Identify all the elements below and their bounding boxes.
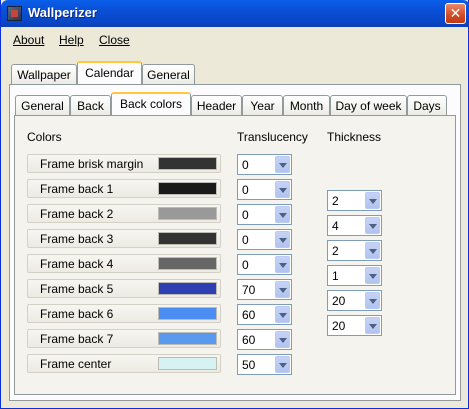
thickness-header: Thickness bbox=[327, 130, 382, 144]
thickness-value: 2 bbox=[332, 244, 339, 258]
translucency-value: 50 bbox=[242, 358, 256, 372]
menu-help[interactable]: Help bbox=[59, 33, 84, 47]
translucency-value: 0 bbox=[242, 233, 249, 247]
app-window: Wallperizer ✕ About Help Close Wallpaper… bbox=[0, 0, 469, 409]
color-button[interactable]: Frame center bbox=[27, 354, 221, 373]
color-swatch bbox=[158, 357, 217, 370]
chevron-down-icon[interactable] bbox=[365, 267, 380, 284]
color-label: Frame back 3 bbox=[40, 232, 114, 246]
color-swatch bbox=[158, 207, 217, 220]
menu-bar: About Help Close bbox=[1, 29, 468, 51]
app-icon bbox=[7, 6, 22, 21]
tab-general[interactable]: General bbox=[142, 64, 195, 84]
color-label: Frame back 7 bbox=[40, 332, 114, 346]
subtab-general[interactable]: General bbox=[15, 95, 70, 115]
chevron-down-icon[interactable] bbox=[275, 356, 290, 373]
translucency-select[interactable]: 50 bbox=[237, 354, 292, 375]
title-bar[interactable]: Wallperizer ✕ bbox=[1, 0, 469, 27]
color-button[interactable]: Frame back 7 bbox=[27, 329, 221, 348]
chevron-down-icon[interactable] bbox=[275, 281, 290, 298]
color-label: Frame back 2 bbox=[40, 207, 114, 221]
chevron-down-icon[interactable] bbox=[275, 181, 290, 198]
translucency-value: 0 bbox=[242, 183, 249, 197]
thickness-select[interactable]: 20 bbox=[327, 315, 382, 336]
thickness-value: 20 bbox=[332, 319, 346, 333]
chevron-down-icon[interactable] bbox=[275, 256, 290, 273]
translucency-value: 70 bbox=[242, 283, 256, 297]
color-label: Frame brisk margin bbox=[40, 157, 144, 171]
translucency-select[interactable]: 0 bbox=[237, 254, 292, 275]
thickness-select[interactable]: 2 bbox=[327, 190, 382, 211]
tab-calendar[interactable]: Calendar bbox=[77, 61, 142, 84]
color-button[interactable]: Frame brisk margin bbox=[27, 154, 221, 173]
color-swatch bbox=[158, 182, 217, 195]
color-label: Frame back 4 bbox=[40, 257, 114, 271]
chevron-down-icon[interactable] bbox=[275, 231, 290, 248]
thickness-value: 20 bbox=[332, 294, 346, 308]
translucency-select[interactable]: 0 bbox=[237, 229, 292, 250]
translucency-header: Translucency bbox=[237, 130, 308, 144]
tab-wallpaper[interactable]: Wallpaper bbox=[11, 64, 77, 84]
color-label: Frame back 1 bbox=[40, 182, 114, 196]
colors-header: Colors bbox=[27, 130, 62, 144]
thickness-select[interactable]: 2 bbox=[327, 240, 382, 261]
thickness-select[interactable]: 4 bbox=[327, 215, 382, 236]
menu-close[interactable]: Close bbox=[99, 33, 130, 47]
translucency-value: 0 bbox=[242, 258, 249, 272]
chevron-down-icon[interactable] bbox=[275, 206, 290, 223]
chevron-down-icon[interactable] bbox=[365, 242, 380, 259]
thickness-value: 2 bbox=[332, 194, 339, 208]
translucency-value: 60 bbox=[242, 333, 256, 347]
chevron-down-icon[interactable] bbox=[275, 306, 290, 323]
color-swatch bbox=[158, 257, 217, 270]
color-button[interactable]: Frame back 2 bbox=[27, 204, 221, 223]
subtab-header[interactable]: Header bbox=[191, 95, 242, 115]
color-swatch bbox=[158, 232, 217, 245]
color-swatch bbox=[158, 282, 217, 295]
chevron-down-icon[interactable] bbox=[365, 317, 380, 334]
subtab-back-colors[interactable]: Back colors bbox=[111, 92, 191, 115]
translucency-value: 0 bbox=[242, 158, 249, 172]
thickness-value: 4 bbox=[332, 219, 339, 233]
color-swatch bbox=[158, 307, 217, 320]
subtab-days[interactable]: Days bbox=[407, 95, 447, 115]
subtab-month[interactable]: Month bbox=[283, 95, 330, 115]
thickness-value: 1 bbox=[332, 269, 339, 283]
color-label: Frame back 6 bbox=[40, 307, 114, 321]
subtab-back[interactable]: Back bbox=[70, 95, 111, 115]
chevron-down-icon[interactable] bbox=[275, 331, 290, 348]
color-button[interactable]: Frame back 1 bbox=[27, 179, 221, 198]
menu-about[interactable]: About bbox=[13, 33, 44, 47]
translucency-value: 0 bbox=[242, 208, 249, 222]
translucency-select[interactable]: 60 bbox=[237, 329, 292, 350]
translucency-select[interactable]: 70 bbox=[237, 279, 292, 300]
color-button[interactable]: Frame back 5 bbox=[27, 279, 221, 298]
color-label: Frame back 5 bbox=[40, 282, 114, 296]
translucency-select[interactable]: 0 bbox=[237, 154, 292, 175]
color-button[interactable]: Frame back 3 bbox=[27, 229, 221, 248]
thickness-select[interactable]: 20 bbox=[327, 290, 382, 311]
window-title: Wallperizer bbox=[28, 5, 97, 20]
chevron-down-icon[interactable] bbox=[365, 292, 380, 309]
translucency-select[interactable]: 0 bbox=[237, 204, 292, 225]
translucency-value: 60 bbox=[242, 308, 256, 322]
translucency-select[interactable]: 0 bbox=[237, 179, 292, 200]
color-button[interactable]: Frame back 6 bbox=[27, 304, 221, 323]
subtab-year[interactable]: Year bbox=[242, 95, 283, 115]
close-window-button[interactable]: ✕ bbox=[445, 3, 466, 24]
subtab-day-of-week[interactable]: Day of week bbox=[330, 95, 407, 115]
color-swatch bbox=[158, 332, 217, 345]
color-label: Frame center bbox=[40, 357, 112, 371]
translucency-select[interactable]: 60 bbox=[237, 304, 292, 325]
chevron-down-icon[interactable] bbox=[365, 217, 380, 234]
chevron-down-icon[interactable] bbox=[275, 156, 290, 173]
chevron-down-icon[interactable] bbox=[365, 192, 380, 209]
thickness-select[interactable]: 1 bbox=[327, 265, 382, 286]
color-button[interactable]: Frame back 4 bbox=[27, 254, 221, 273]
color-swatch bbox=[158, 157, 217, 170]
